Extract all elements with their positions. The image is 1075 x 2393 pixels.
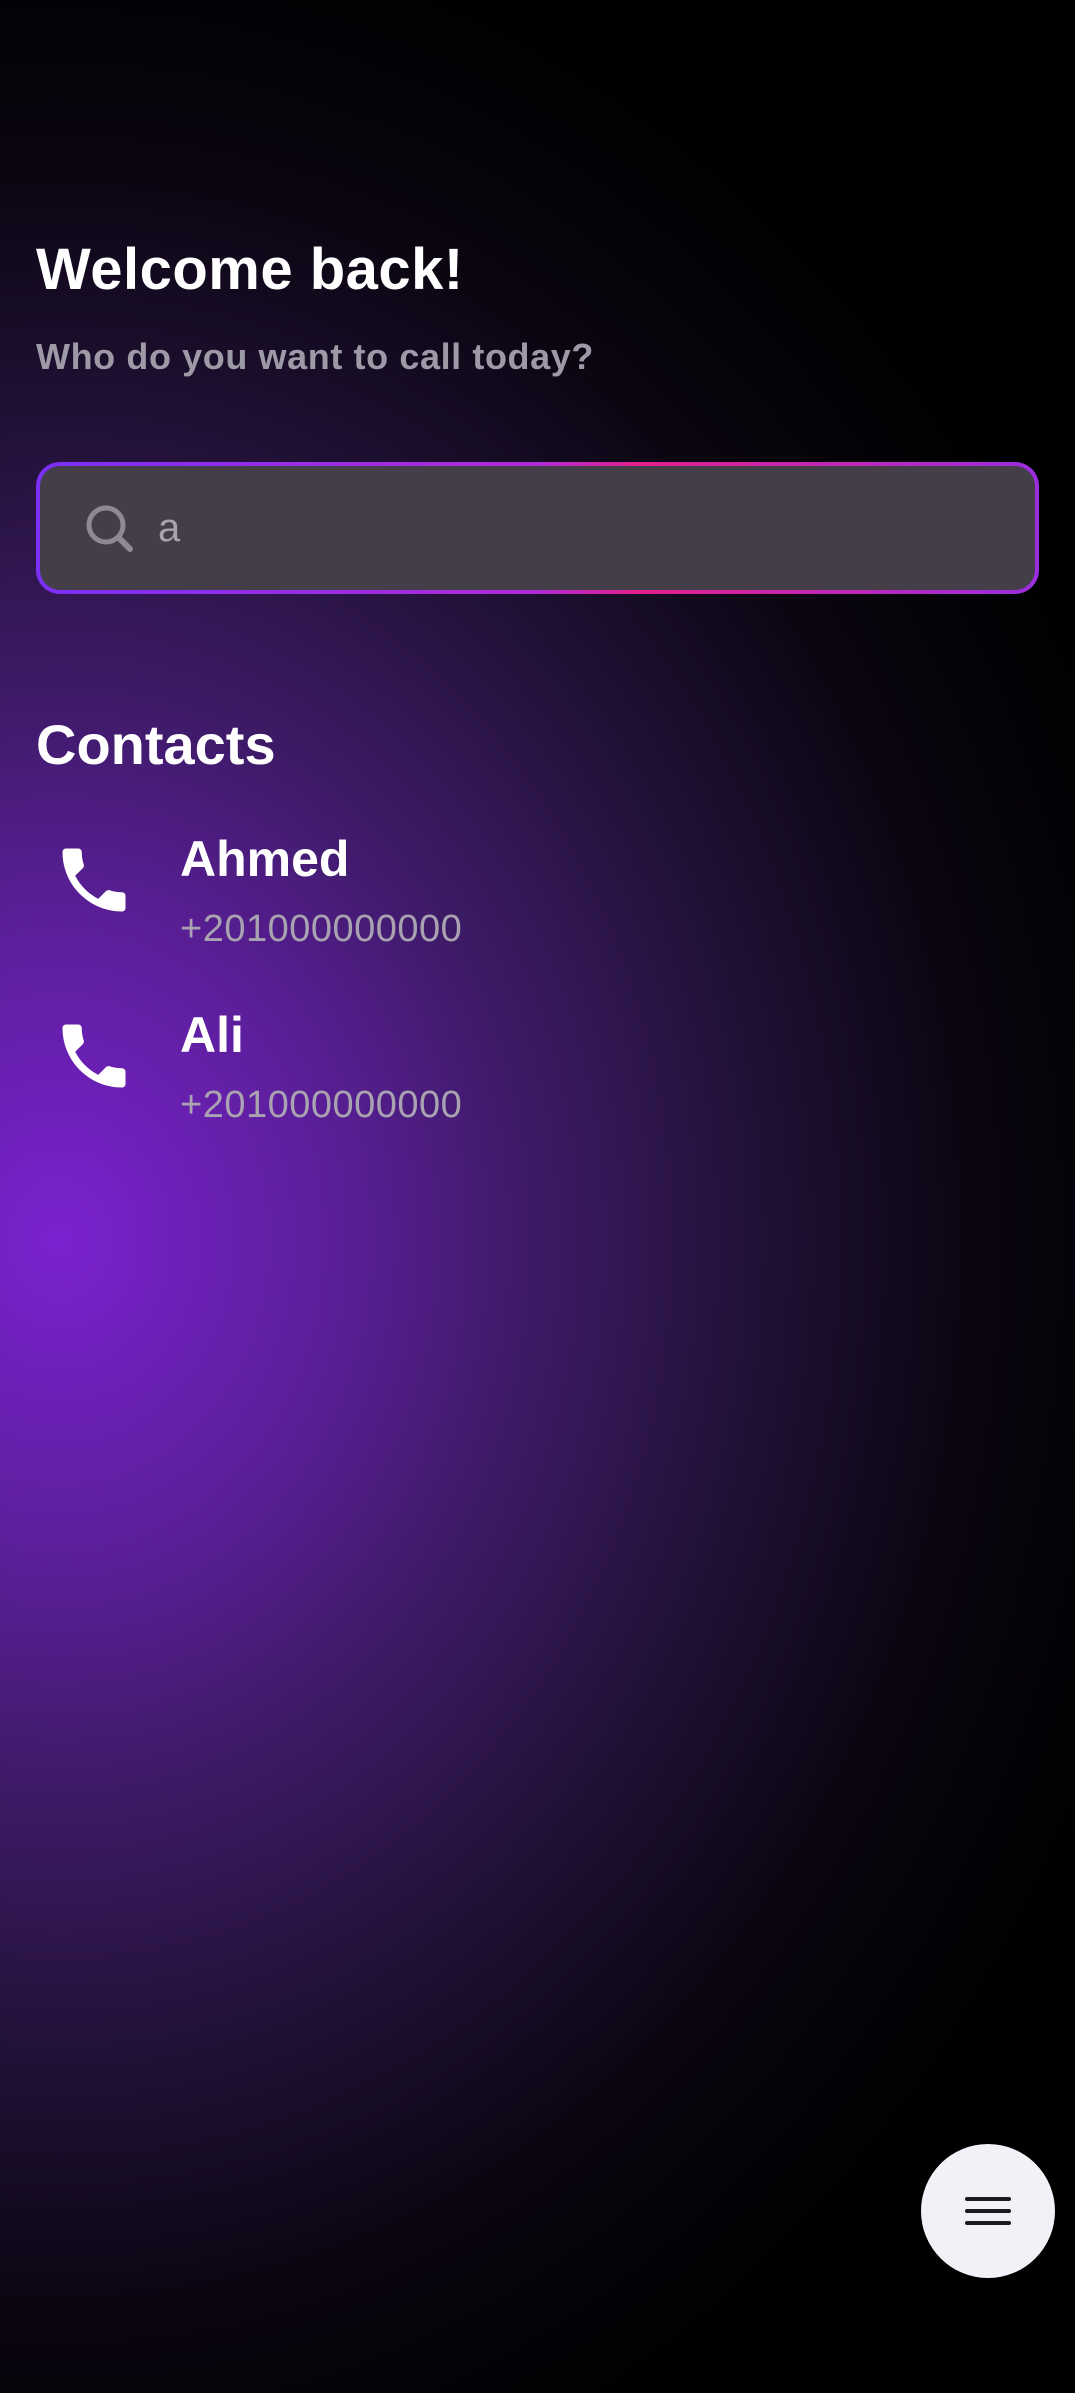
contact-number: +201000000000 xyxy=(180,908,463,950)
contacts-heading: Contacts xyxy=(36,713,276,776)
welcome-heading: Welcome back! xyxy=(36,237,464,302)
menu-icon xyxy=(965,2197,1011,2225)
contact-item-ahmed[interactable]: Ahmed +201000000000 xyxy=(0,820,1075,996)
contact-list: Ahmed +201000000000 Ali +201000000000 xyxy=(0,820,1075,1172)
contact-number: +201000000000 xyxy=(180,1084,463,1126)
search-input[interactable] xyxy=(158,498,978,558)
contact-item-ali[interactable]: Ali +201000000000 xyxy=(0,996,1075,1172)
search-icon xyxy=(86,505,133,552)
search-bar[interactable] xyxy=(36,462,1039,594)
phone-icon[interactable] xyxy=(52,1014,136,1098)
contact-name: Ali xyxy=(180,1007,244,1063)
menu-fab-button[interactable] xyxy=(921,2144,1055,2278)
home-screen: Welcome back! Who do you want to call to… xyxy=(0,0,1075,2393)
contact-name: Ahmed xyxy=(180,831,350,887)
phone-icon[interactable] xyxy=(52,838,136,922)
welcome-subtitle: Who do you want to call today? xyxy=(36,336,594,377)
search-field-container[interactable] xyxy=(40,466,1035,590)
